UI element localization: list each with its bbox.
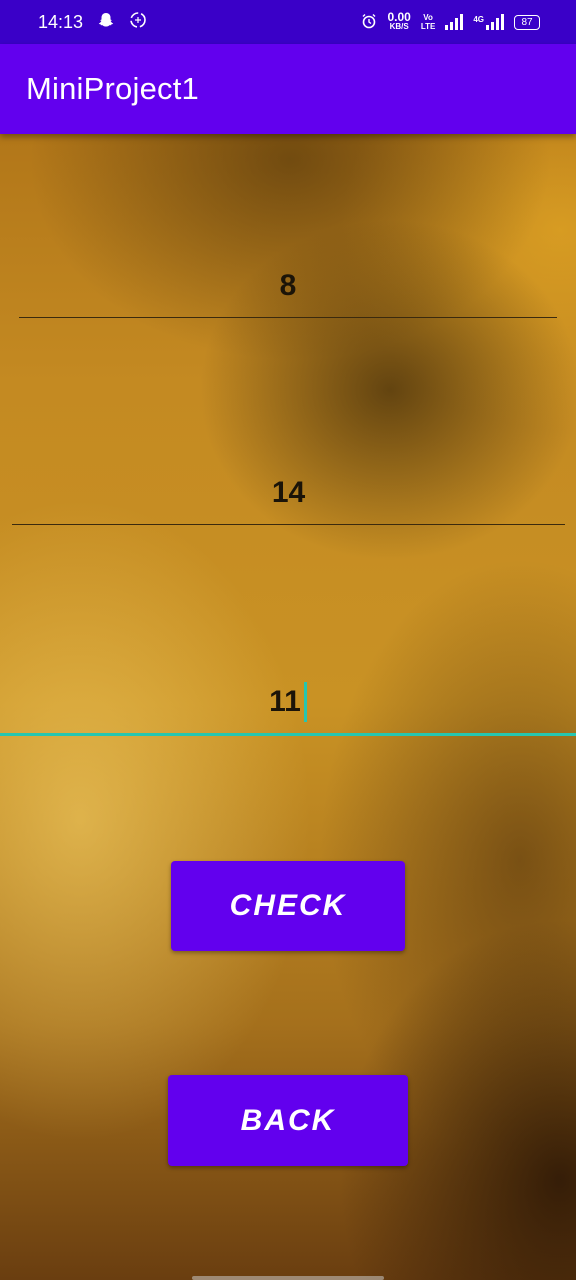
second-number-value: 14	[271, 475, 306, 509]
check-button-label: CHECK	[229, 889, 347, 922]
network-indicator: 4G	[473, 14, 504, 30]
battery-icon: 87	[514, 14, 540, 30]
navigation-handle[interactable]	[192, 1276, 384, 1280]
status-left: 14:13	[38, 11, 147, 34]
app-bar: MiniProject1	[0, 44, 576, 134]
volte-bottom: LTE	[420, 22, 436, 31]
speed-unit: KB/S	[389, 22, 409, 31]
status-right: 0.00 KB/S Vo LTE 4G 87	[361, 10, 540, 32]
first-number-value: 8	[279, 268, 297, 302]
network-type: 4G	[473, 15, 484, 24]
network-speed: 0.00 KB/S	[387, 10, 411, 32]
speed-value: 0.00	[387, 10, 411, 24]
status-bar: 14:13 0.00 KB/S Vo LTE 4G 87	[0, 0, 576, 44]
snapchat-icon	[97, 11, 115, 34]
check-button[interactable]: CHECK	[171, 861, 405, 951]
battery-level: 87	[521, 16, 533, 28]
back-button[interactable]: BACK	[168, 1075, 408, 1166]
back-button-label: BACK	[240, 1103, 336, 1137]
alarm-icon	[361, 13, 377, 32]
status-time: 14:13	[38, 11, 84, 32]
first-number-field[interactable]: 8	[19, 254, 557, 318]
signal-icon	[445, 14, 464, 30]
sync-icon	[129, 11, 147, 34]
volte-indicator: Vo LTE	[421, 13, 436, 31]
volte-top: Vo	[423, 13, 433, 22]
second-number-field[interactable]: 14	[12, 461, 565, 525]
signal-icon-2	[486, 14, 504, 30]
app-title: MiniProject1	[26, 71, 199, 106]
text-cursor	[303, 681, 307, 722]
screen: 14:13 0.00 KB/S Vo LTE 4G 87 MiniProject…	[0, 0, 576, 1280]
third-number-value: 11	[269, 684, 301, 718]
third-number-field[interactable]: 11	[0, 670, 576, 736]
